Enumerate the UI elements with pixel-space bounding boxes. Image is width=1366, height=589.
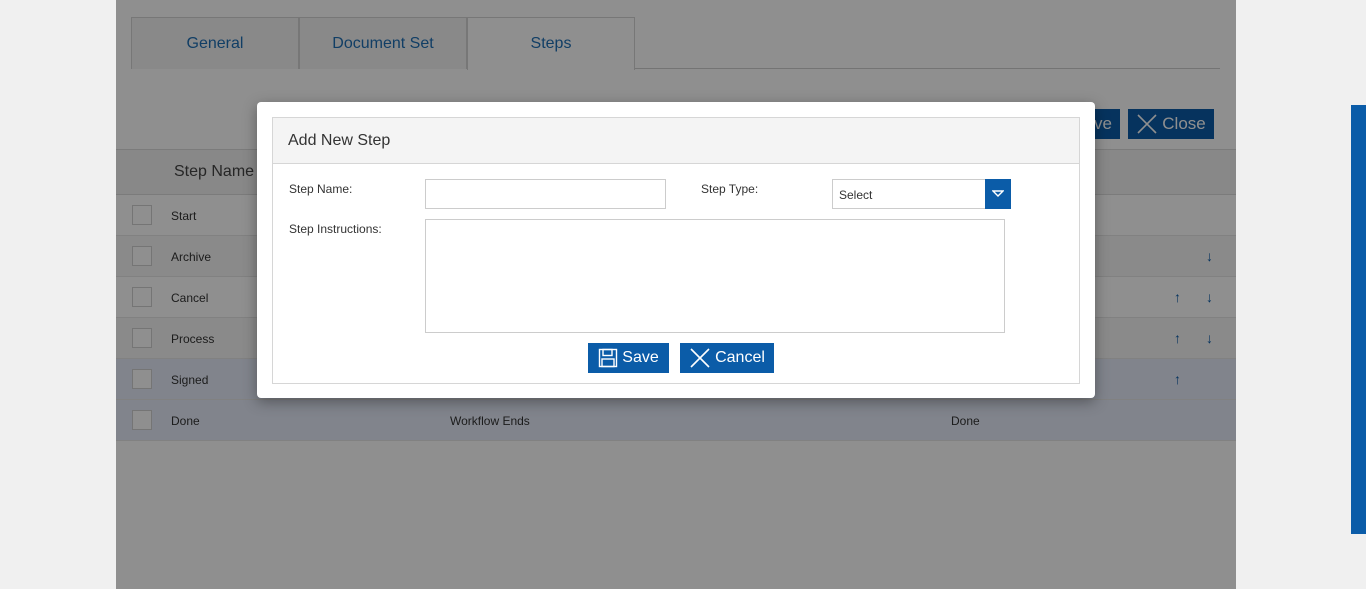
close-x-icon [690, 348, 710, 368]
cancel-button[interactable]: Cancel [680, 343, 774, 373]
step-type-select[interactable]: Select [832, 179, 1011, 209]
dialog-panel: Add New Step Step Name: Step Type: Selec… [272, 117, 1080, 384]
save-button-label: Save [622, 349, 659, 366]
step-type-value: Select [839, 188, 873, 202]
dropdown-toggle[interactable] [985, 179, 1011, 209]
scrollbar[interactable] [1351, 105, 1366, 534]
step-instructions-label: Step Instructions: [289, 222, 382, 236]
step-name-label: Step Name: [289, 182, 353, 196]
step-name-input[interactable] [425, 179, 666, 209]
step-instructions-input[interactable] [425, 219, 1005, 333]
chevron-down-icon [992, 190, 1004, 197]
floppy-disk-icon [599, 348, 618, 368]
dialog-header: Add New Step [273, 118, 1079, 164]
dialog-title: Add New Step [288, 132, 391, 149]
save-button[interactable]: Save [588, 343, 669, 373]
cancel-button-label: Cancel [715, 349, 765, 366]
step-type-label: Step Type: [701, 182, 759, 196]
add-step-dialog: Add New Step Step Name: Step Type: Selec… [257, 102, 1095, 398]
